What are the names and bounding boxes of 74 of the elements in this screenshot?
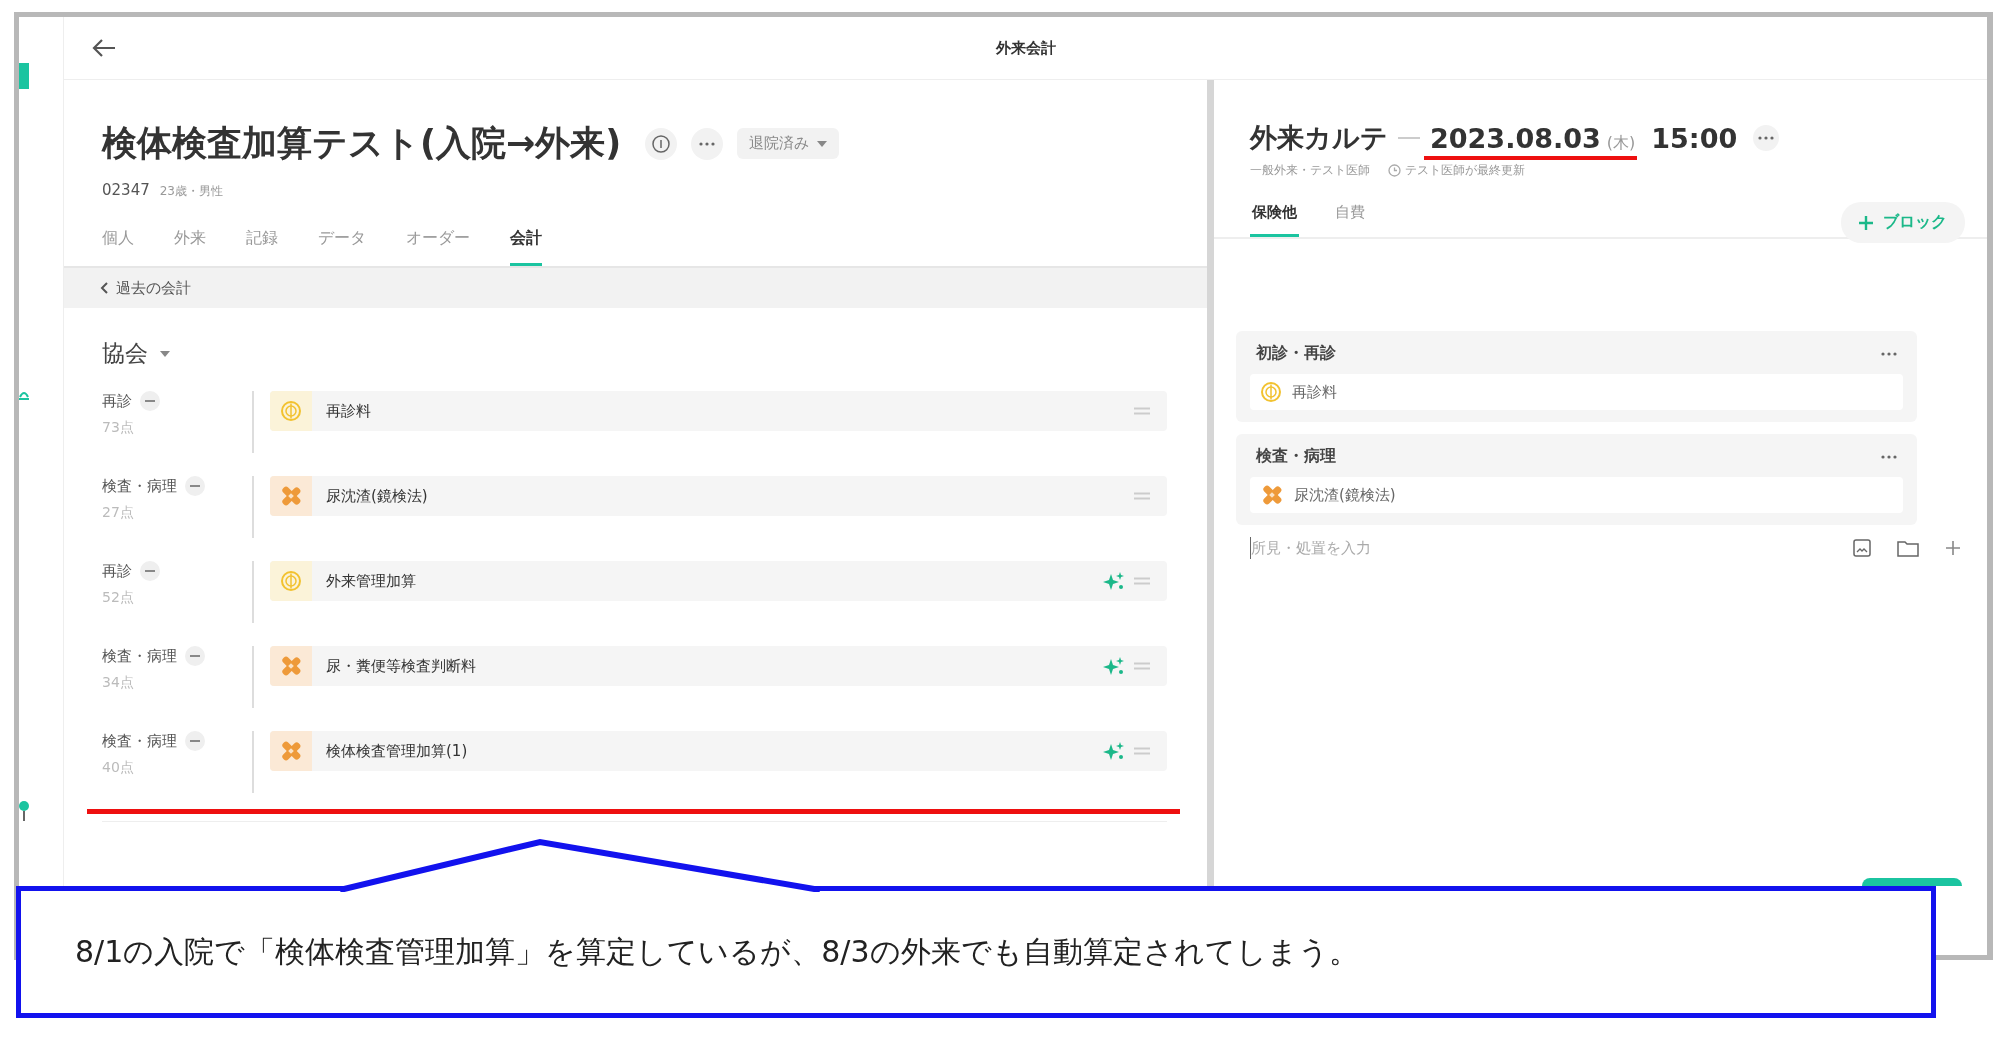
coin-icon [280, 570, 302, 592]
plus-icon[interactable] [1945, 540, 1961, 556]
points-label: 34点 [102, 674, 135, 692]
category-label: 検査・病理 [102, 731, 177, 751]
group-title: 協会 [102, 339, 148, 368]
category-label: 検査・病理 [102, 476, 177, 496]
visit-time: 15:00 [1651, 122, 1738, 154]
drag-handle-icon[interactable] [1133, 577, 1151, 585]
back-link[interactable]: 過去の会計 [100, 278, 191, 298]
sidebar-icon[interactable] [19, 801, 29, 821]
clock-icon [1388, 164, 1401, 177]
sparkle-icon [1103, 571, 1125, 591]
points-label: 73点 [102, 419, 135, 437]
back-arrow-icon [92, 38, 116, 58]
more-button[interactable] [1753, 125, 1780, 151]
more-icon[interactable] [1881, 454, 1897, 459]
weekday-label: (木) [1606, 132, 1636, 154]
more-icon[interactable] [1881, 351, 1897, 356]
drag-handle-icon[interactable] [1133, 492, 1151, 500]
coin-icon [280, 400, 302, 422]
caret-icon [817, 140, 828, 147]
billing-item[interactable]: 再診料 [270, 391, 1167, 431]
tab[interactable]: 保険他 [1250, 203, 1299, 237]
plus-icon [1859, 215, 1873, 230]
sparkle-icon [1103, 656, 1125, 676]
patient-id: 02347 [102, 181, 150, 199]
drag-handle-icon[interactable] [1133, 662, 1151, 670]
minus-icon [190, 740, 200, 742]
chart-title: 外来カルテ [1250, 121, 1388, 155]
more-icon[interactable] [699, 141, 716, 146]
visit-date: 2023.08.03 [1430, 122, 1601, 154]
caret-icon [160, 350, 170, 357]
minus-icon [145, 570, 155, 572]
category-label: 再診 [102, 391, 132, 411]
page-title: 外来会計 [995, 38, 1056, 57]
billing-item[interactable]: 尿・糞便等検査判断料 [270, 646, 1167, 686]
chart-item[interactable]: 尿沈渣(鏡検法) [1250, 477, 1903, 513]
action-button[interactable] [1862, 878, 1962, 886]
info-button[interactable] [645, 127, 678, 160]
more-icon[interactable] [1758, 136, 1775, 140]
points-label: 40点 [102, 759, 135, 777]
drag-handle-icon[interactable] [1133, 407, 1151, 415]
collapse-button[interactable] [140, 391, 160, 411]
callout-text: 8/1の入院で「検体検査管理加算」を算定しているが、8/3の外来でも自動算定されてしまう。 [75, 932, 1359, 971]
category-label: 検査・病理 [102, 646, 177, 666]
drag-handle-icon[interactable] [1133, 747, 1151, 755]
collapse-button[interactable] [185, 731, 205, 751]
chart-item[interactable]: 再診料 [1250, 374, 1903, 410]
minus-icon [190, 485, 200, 487]
visit-meta: 一般外来・テスト医師 [1250, 162, 1370, 179]
chevron-left-icon [100, 282, 108, 294]
updated-label: テスト医師が最終更新 [1405, 162, 1525, 179]
points-label: 27点 [102, 504, 135, 522]
section-title: 初診・再診 [1256, 343, 1336, 364]
billing-item[interactable]: 外来管理加算 [270, 561, 1167, 601]
minus-icon [190, 655, 200, 657]
billing-item[interactable]: 検体検査管理加算(1) [270, 731, 1167, 771]
sparkle-icon [1103, 741, 1125, 761]
category-label: 再診 [102, 561, 132, 581]
patient-info: 23歳・男性 [159, 183, 223, 200]
minus-icon [145, 400, 155, 402]
collapse-button[interactable] [185, 646, 205, 666]
status-dropdown[interactable]: 退院済み [737, 128, 840, 159]
image-icon[interactable] [1853, 539, 1871, 557]
info-icon [651, 133, 672, 154]
points-label: 52点 [102, 589, 135, 607]
section-title: 検査・病理 [1256, 446, 1336, 467]
patient-name: 検体検査加算テスト(入院→外来) [102, 122, 622, 165]
back-button[interactable] [92, 38, 116, 58]
folder-icon[interactable] [1897, 539, 1919, 557]
collapse-button[interactable] [185, 476, 205, 496]
coin-icon [1260, 381, 1282, 403]
billing-item[interactable]: 尿沈渣(鏡検法) [270, 476, 1167, 516]
collapse-button[interactable] [140, 561, 160, 581]
